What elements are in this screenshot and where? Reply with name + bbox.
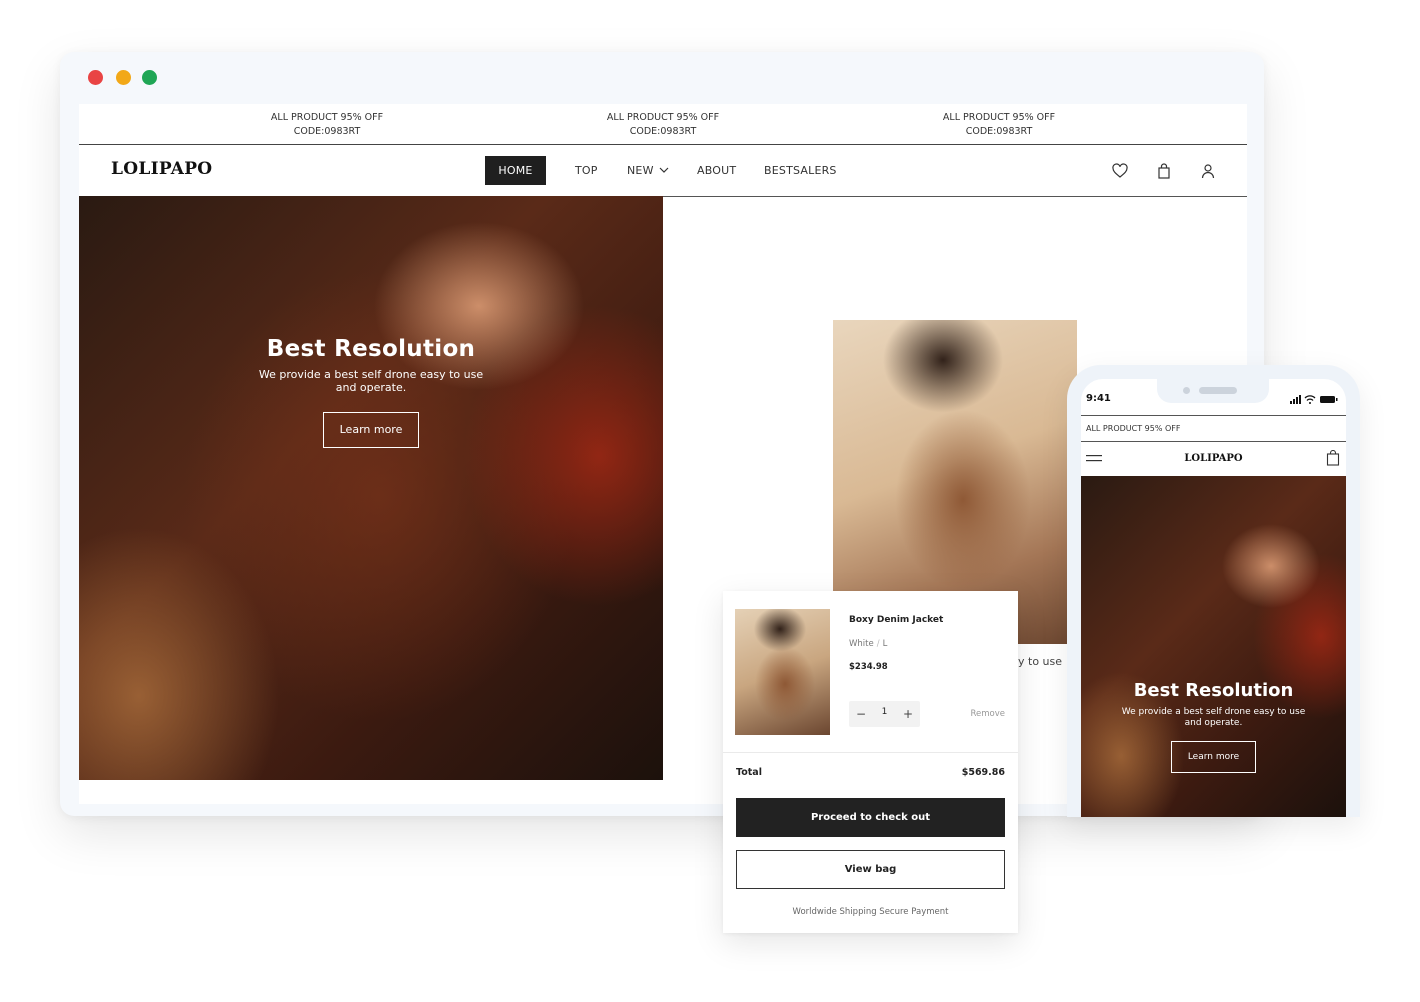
speaker-icon	[1199, 387, 1237, 394]
view-bag-button[interactable]: View bag	[736, 850, 1005, 889]
mobile-hero-content: Best Resolution We provide a best self d…	[1081, 680, 1346, 773]
user-icon[interactable]	[1199, 162, 1217, 180]
variant-separator: /	[876, 639, 880, 649]
promo-code: CODE:0983RT	[629, 126, 697, 137]
mobile-hero-title: Best Resolution	[1133, 680, 1294, 701]
hero-image	[79, 196, 663, 780]
window-maximize-button[interactable]	[142, 70, 157, 85]
mobile-screen: 9:41 ALL PRODUCT 95% OFF LOLIPAPO Best R…	[1081, 379, 1346, 817]
nav-top[interactable]: TOP	[575, 164, 598, 177]
cart-divider	[723, 752, 1018, 753]
mobile-learn-more-button[interactable]: Learn more	[1171, 741, 1256, 773]
mobile-device-frame: 9:41 ALL PRODUCT 95% OFF LOLIPAPO Best R…	[1067, 365, 1360, 817]
promo-item: ALL PRODUCT 95% OFF CODE:0983RT	[563, 111, 763, 139]
total-label: Total	[736, 767, 762, 778]
nav-home[interactable]: HOME	[485, 156, 546, 185]
nav-new-label: NEW	[627, 164, 654, 177]
cart-item-size: L	[882, 639, 888, 649]
promo-item: ALL PRODUCT 95% OFF CODE:0983RT	[227, 111, 427, 139]
heart-icon[interactable]	[1111, 162, 1129, 180]
status-indicators-icon	[1290, 395, 1338, 404]
status-time: 9:41	[1086, 393, 1111, 404]
shopping-bag-icon[interactable]	[1155, 162, 1173, 180]
remove-item-link[interactable]: Remove	[971, 709, 1006, 719]
cart-item-variant: White / L	[849, 639, 887, 649]
quantity-stepper: − 1 +	[849, 701, 920, 727]
mobile-navbar: LOLIPAPO	[1081, 442, 1346, 476]
total-value: $569.86	[961, 767, 1005, 778]
product-caption: y to use	[1018, 655, 1063, 668]
main-navbar: LOLIPAPO HOME TOP NEW ABOUT BESTSALERS	[79, 145, 1247, 197]
cart-item-name: Boxy Denim Jacket	[849, 615, 944, 625]
hero-title: Best Resolution	[266, 336, 476, 362]
decrease-quantity-button[interactable]: −	[852, 705, 870, 723]
hero-subtitle: We provide a best self drone easy to use…	[258, 368, 484, 394]
cart-footer-note: Worldwide Shipping Secure Payment	[792, 907, 949, 917]
increase-quantity-button[interactable]: +	[899, 705, 917, 723]
mobile-brand-logo[interactable]: LOLIPAPO	[1081, 453, 1346, 464]
hero-content: Best Resolution We provide a best self d…	[79, 336, 663, 448]
mobile-hero-subtitle: We provide a best self drone easy to use…	[1121, 707, 1306, 728]
camera-icon	[1183, 387, 1190, 394]
promo-code: CODE:0983RT	[293, 126, 361, 137]
mini-cart-panel: Boxy Denim Jacket White / L $234.98 − 1 + …	[723, 591, 1018, 933]
shopping-bag-icon[interactable]	[1326, 450, 1340, 466]
promo-item: ALL PRODUCT 95% OFF CODE:0983RT	[899, 111, 1099, 139]
cart-item-color: White	[849, 639, 874, 649]
promo-text: ALL PRODUCT 95% OFF	[606, 112, 720, 123]
brand-logo[interactable]: LOLIPAPO	[111, 159, 212, 179]
promo-code: CODE:0983RT	[965, 126, 1033, 137]
quantity-value: 1	[881, 707, 888, 717]
mobile-hero-image: Best Resolution We provide a best self d…	[1081, 476, 1346, 817]
nav-new[interactable]: NEW	[627, 164, 669, 177]
checkout-button[interactable]: Proceed to check out	[736, 798, 1005, 837]
cart-item-thumbnail	[735, 609, 830, 735]
phone-notch	[1157, 379, 1269, 403]
chevron-down-icon	[659, 167, 669, 173]
window-minimize-button[interactable]	[116, 70, 131, 85]
nav-bestsalers[interactable]: BESTSALERS	[764, 164, 837, 177]
window-close-button[interactable]	[88, 70, 103, 85]
mobile-promo-bar: ALL PRODUCT 95% OFF	[1081, 415, 1346, 442]
learn-more-button[interactable]: Learn more	[323, 412, 419, 448]
nav-about[interactable]: ABOUT	[697, 164, 736, 177]
promo-bar: ALL PRODUCT 95% OFF CODE:0983RT ALL PROD…	[79, 104, 1247, 145]
promo-text: ALL PRODUCT 95% OFF	[942, 112, 1056, 123]
promo-text: ALL PRODUCT 95% OFF	[270, 112, 384, 123]
cart-item-price: $234.98	[849, 662, 888, 672]
